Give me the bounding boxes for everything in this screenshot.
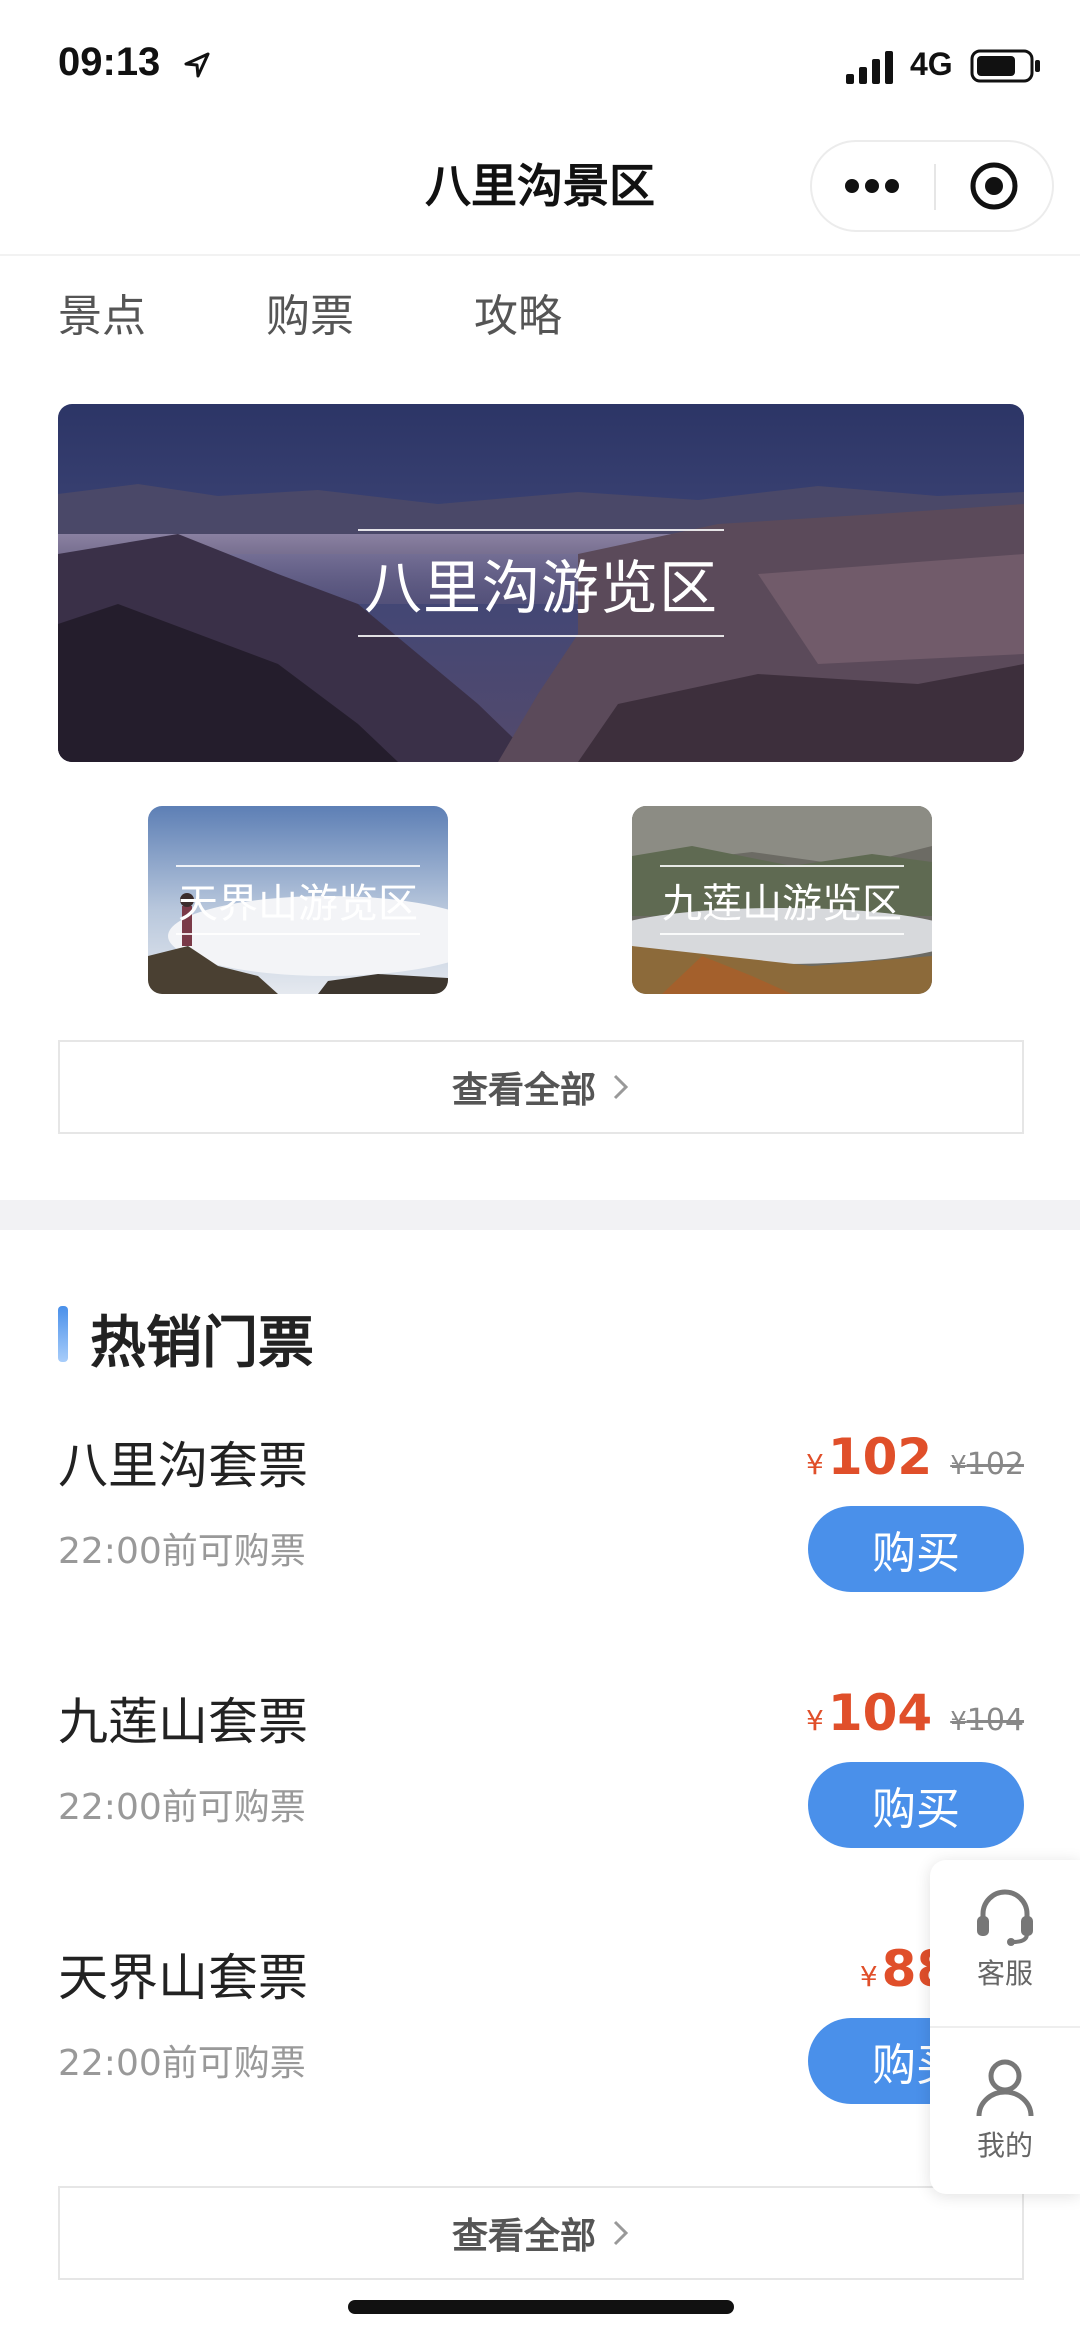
ticket-note: 22:00前可购票 [58,1787,306,1828]
ticket-note: 22:00前可购票 [58,2043,306,2084]
my-profile-button[interactable]: 我的 [930,2028,1080,2194]
ticket-note: 22:00前可购票 [58,1531,306,1572]
ticket-name: 天界山套票 [58,1949,308,2007]
more-button[interactable] [812,142,932,230]
card-label: 天界山游览区 [176,865,420,935]
user-icon [976,2059,1034,2117]
price-current: 104 [827,1684,933,1742]
section-title: 热销门票 [90,1311,314,1376]
section-accent-bar [58,1306,68,1362]
chevron-right-icon [613,2220,629,2246]
more-dots-icon [845,179,899,193]
banner-scenic-area[interactable]: 八里沟游览区 [58,404,1024,762]
card-label: 九莲山游览区 [660,865,904,935]
home-indicator[interactable] [348,2300,734,2314]
card-tianjieshan[interactable]: 天界山游览区 [148,806,448,994]
ticket-price: ¥ 104 ¥ 104 [806,1684,1024,1742]
view-all-tickets-button[interactable]: 查看全部 [58,2186,1024,2280]
price-original: 102 [966,1447,1024,1482]
price-currency: ¥ [859,1960,878,1993]
chevron-right-icon [613,1074,629,1100]
headset-icon [977,1889,1033,1946]
view-all-label: 查看全部 [451,1070,596,1111]
customer-service-label: 客服 [976,1957,1033,1990]
close-button[interactable] [936,142,1052,230]
price-original: 104 [966,1703,1024,1738]
ticket-price: ¥ 102 ¥ 102 [806,1428,1024,1486]
ticket-name: 九莲山套票 [58,1693,308,1751]
buy-button[interactable]: 购买 [808,1506,1024,1592]
floating-side-panel: 客服 我的 [930,1860,1080,2194]
price-original-currency: ¥ [950,1451,967,1481]
ticket-row: 九莲山套票 ¥ 104 ¥ 104 22:00前可购票 购买 [0,1682,1080,1922]
customer-service-button[interactable]: 客服 [930,1860,1080,2026]
tab-tickets[interactable]: 购票 [266,280,354,344]
buy-button[interactable]: 购买 [808,1762,1024,1848]
view-all-attractions-button[interactable]: 查看全部 [58,1040,1024,1134]
price-currency: ¥ [805,1704,824,1737]
section-divider [0,1200,1080,1230]
price-currency: ¥ [805,1448,824,1481]
ticket-name: 八里沟套票 [58,1437,308,1495]
banner-label: 八里沟游览区 [357,529,724,637]
status-time: 09:13 [58,40,161,84]
signal-icon [846,51,893,84]
network-label: 4G [910,46,953,82]
tab-attractions[interactable]: 景点 [58,280,146,344]
location-arrow-icon [184,52,210,78]
ticket-row: 天界山套票 ¥ 88 ¥ 88 22:00前可购票 购买 [0,1938,1080,2178]
mini-program-capsule [810,140,1054,232]
header-divider [0,254,1080,256]
battery-icon [970,49,1040,83]
view-all-label: 查看全部 [451,2216,596,2257]
my-profile-label: 我的 [976,2129,1033,2162]
price-original-currency: ¥ [950,1707,967,1737]
card-jiulianshan[interactable]: 九莲山游览区 [632,806,932,994]
tab-guides[interactable]: 攻略 [474,280,562,344]
ticket-row: 八里沟套票 ¥ 102 ¥ 102 22:00前可购票 购买 [0,1426,1080,1666]
status-bar: 09:13 4G [0,0,1080,130]
price-current: 102 [827,1428,933,1486]
tab-bar: 景点 购票 攻略 [0,280,1080,350]
close-target-icon [970,162,1018,210]
